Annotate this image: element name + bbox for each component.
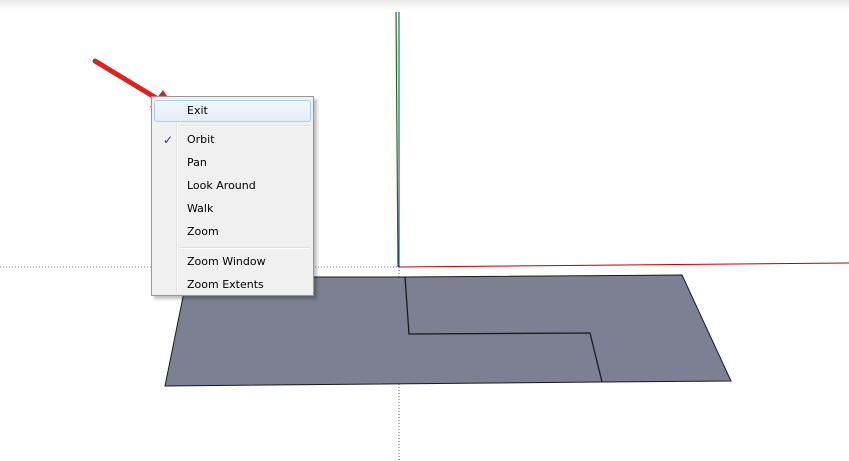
menu-item-zoom-extents[interactable]: Zoom Extents	[154, 274, 311, 296]
navigation-context-menu: Exit ✓ Orbit Pan Look Around Walk Zoom Z…	[151, 96, 314, 296]
menu-item-label: Walk	[187, 202, 214, 215]
menu-item-label: Pan	[187, 156, 207, 169]
menu-item-look-around[interactable]: Look Around	[154, 175, 311, 197]
sketchup-viewport[interactable]: Exit ✓ Orbit Pan Look Around Walk Zoom Z…	[0, 0, 849, 461]
menu-item-walk[interactable]: Walk	[154, 198, 311, 220]
green-axis	[395, 11, 399, 268]
menu-item-zoom[interactable]: Zoom	[154, 221, 311, 243]
menu-separator	[180, 247, 310, 249]
menu-item-label: Zoom Window	[187, 255, 266, 268]
menu-item-exit[interactable]: Exit	[154, 100, 311, 122]
menu-item-label: Exit	[187, 104, 208, 117]
red-axis	[398, 262, 849, 268]
menu-item-orbit[interactable]: ✓ Orbit	[154, 129, 311, 151]
menu-item-pan[interactable]: Pan	[154, 152, 311, 174]
menu-item-label: Zoom Extents	[187, 278, 264, 291]
model-scene[interactable]	[0, 0, 849, 461]
menu-item-zoom-window[interactable]: Zoom Window	[154, 251, 311, 273]
menu-item-label: Zoom	[187, 225, 219, 238]
menu-item-label: Orbit	[187, 133, 215, 146]
checkmark-icon: ✓	[162, 133, 174, 147]
menu-separator	[180, 125, 310, 127]
menu-item-label: Look Around	[187, 179, 256, 192]
